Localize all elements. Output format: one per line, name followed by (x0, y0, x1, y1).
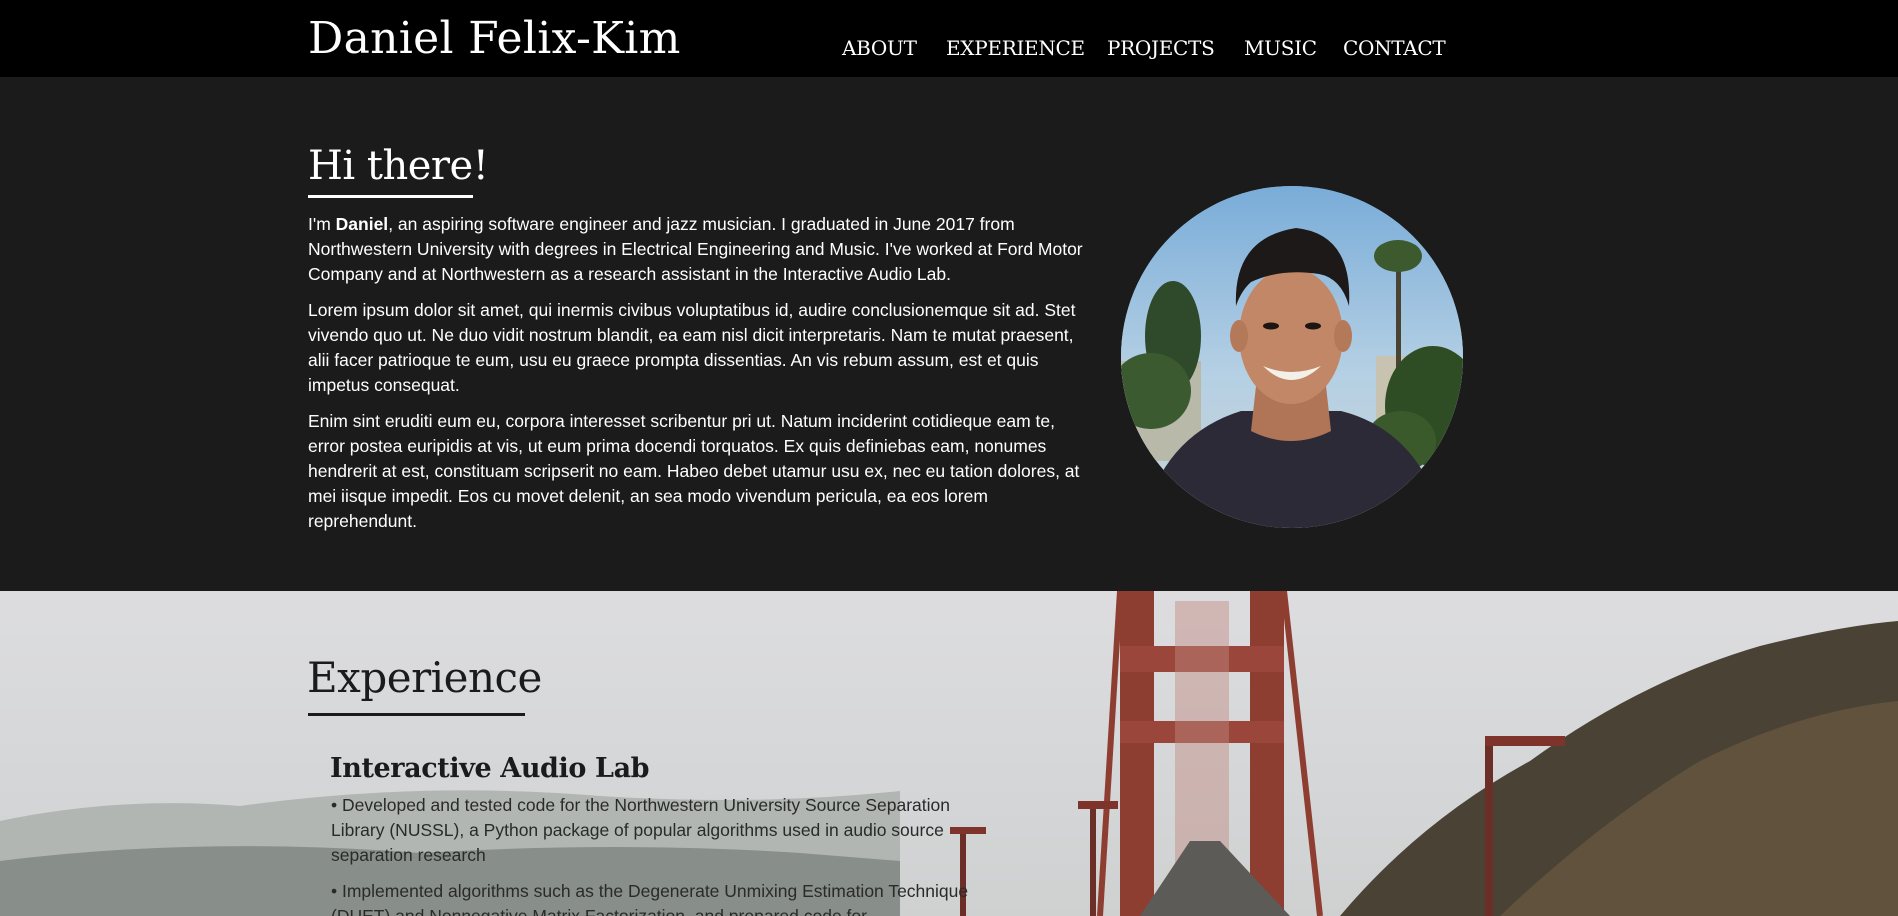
experience-section: Experience Interactive Audio Lab • Devel… (0, 591, 1898, 916)
top-navbar: Daniel Felix-Kim ABOUT EXPERIENCE PROJEC… (0, 0, 1898, 77)
nav-link-projects[interactable]: PROJECTS (1107, 35, 1215, 61)
nav-menu: ABOUT EXPERIENCE PROJECTS MUSIC CONTACT (0, 35, 1898, 63)
intro-prefix: I'm (308, 214, 336, 234)
about-heading-underline (308, 195, 473, 198)
job-bullet-list: • Developed and tested code for the Nort… (331, 793, 991, 916)
nav-link-contact[interactable]: CONTACT (1343, 35, 1446, 61)
job-bullet: • Developed and tested code for the Nort… (331, 795, 950, 865)
nav-link-experience[interactable]: EXPERIENCE (946, 35, 1085, 61)
job-bullet: • Implemented algorithms such as the Deg… (331, 881, 969, 916)
nav-link-music[interactable]: MUSIC (1244, 35, 1317, 61)
about-heading: Hi there! (308, 143, 489, 189)
intro-rest: , an aspiring software engineer and jazz… (308, 214, 1083, 284)
intro-name: Daniel (335, 214, 389, 234)
about-body: I'm Daniel, an aspiring software enginee… (308, 212, 1083, 545)
nav-link-about[interactable]: ABOUT (842, 35, 917, 61)
about-section: Hi there! I'm Daniel, an aspiring softwa… (0, 77, 1898, 591)
profile-photo-art (1121, 186, 1463, 528)
about-intro-paragraph: I'm Daniel, an aspiring software enginee… (308, 212, 1083, 287)
about-paragraph-3: Enim sint eruditi eum eu, corpora intere… (308, 411, 1080, 531)
about-paragraph-2: Lorem ipsum dolor sit amet, qui inermis … (308, 300, 1076, 395)
job-title: Interactive Audio Lab (330, 753, 650, 784)
experience-heading-underline (308, 713, 525, 716)
profile-photo (1121, 186, 1463, 528)
experience-heading: Experience (307, 653, 542, 702)
